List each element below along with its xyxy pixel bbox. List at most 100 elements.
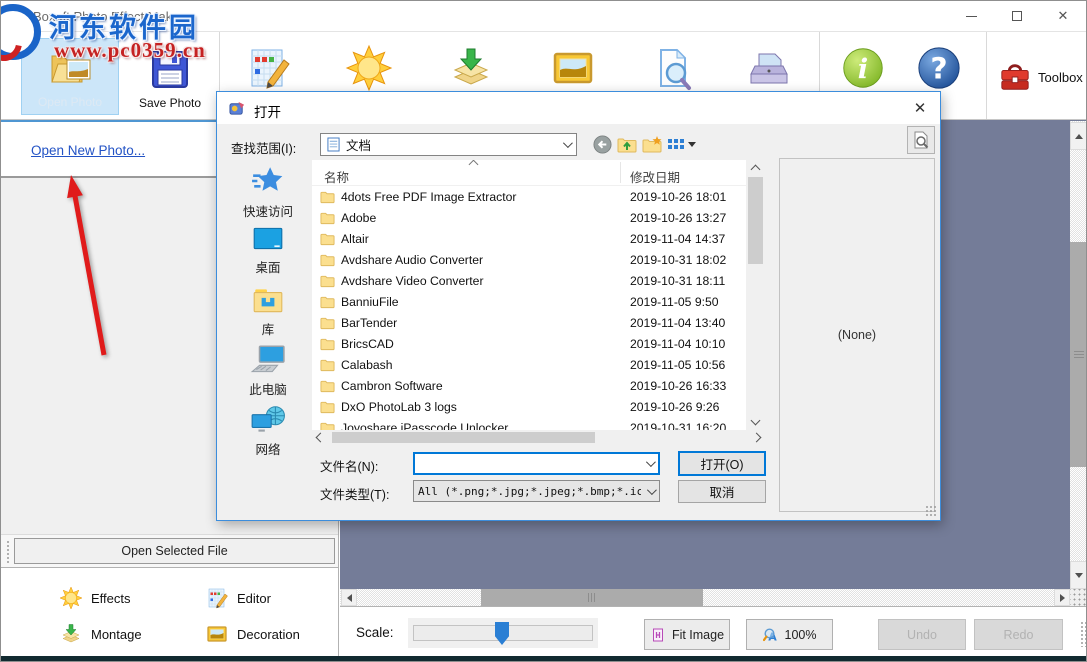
file-type-combobox[interactable]: All (*.png;*.jpg;*.jpeg;*.bmp;*.ico;* [413, 480, 660, 502]
zoom-100-icon [763, 627, 779, 643]
back-button[interactable] [591, 134, 613, 155]
minimize-button[interactable] [948, 1, 994, 31]
page-magnifier-icon [912, 131, 930, 149]
file-type-value: All (*.png;*.jpg;*.jpeg;*.bmp;*.ico;* [414, 485, 641, 498]
horizontal-scroll-thumb[interactable] [481, 589, 703, 606]
undo-button[interactable]: Undo [878, 619, 966, 650]
print-button[interactable] [745, 44, 793, 92]
scroll-down-icon[interactable] [751, 416, 761, 426]
file-list-rows: 4dots Free PDF Image Extractor 2019-10-26… [312, 187, 746, 430]
file-row[interactable]: 4dots Free PDF Image Extractor 2019-10-26… [312, 187, 746, 208]
open-photo-icon [47, 44, 95, 92]
look-in-value: 文档 [346, 135, 557, 154]
chevron-down-icon[interactable] [641, 481, 659, 501]
file-row[interactable]: Cambron Software2019-10-26 16:33 [312, 376, 746, 397]
file-name-input[interactable] [413, 452, 660, 475]
file-row[interactable]: Calabash2019-11-05 10:56 [312, 355, 746, 376]
view-menu-button[interactable] [665, 134, 697, 155]
file-row[interactable]: Adobe2019-10-26 13:27 [312, 208, 746, 229]
list-vertical-scrollbar[interactable] [746, 160, 765, 430]
column-header-date[interactable]: 修改日期 [630, 167, 680, 186]
dialog-open-button[interactable]: 打开(O) [678, 451, 766, 476]
dialog-close-button[interactable]: ✕ [905, 96, 935, 120]
toolbox-button[interactable]: Toolbox [999, 56, 1085, 98]
dialog-cancel-button[interactable]: 取消 [678, 480, 766, 503]
fit-image-button[interactable]: Fit Image [644, 619, 730, 650]
place-quick-access[interactable]: 快速访问 [227, 164, 309, 220]
file-row[interactable]: Altair2019-11-04 14:37 [312, 229, 746, 250]
shortcut-effects[interactable]: Effects [59, 586, 131, 610]
effects-button[interactable] [345, 44, 393, 92]
scroll-left-button[interactable] [341, 589, 357, 606]
look-in-combobox[interactable]: 文档 [320, 133, 577, 156]
folder-icon [320, 190, 335, 204]
open-file-dialog: 打开 ✕ 查找范围(I): 文档 快速访问 桌面 库 此电脑 [216, 91, 941, 521]
file-row[interactable]: BanniuFile2019-11-05 9:50 [312, 292, 746, 313]
toolbar-divider [986, 32, 987, 119]
place-libraries[interactable]: 库 [227, 284, 309, 338]
folder-icon [320, 211, 335, 225]
file-row[interactable]: BarTender2019-11-04 13:40 [312, 313, 746, 334]
vertical-scroll-thumb[interactable] [1070, 242, 1087, 467]
place-network[interactable]: 网络 [227, 404, 309, 458]
show-preview-button[interactable] [907, 126, 935, 154]
column-header-name[interactable]: 名称 [324, 167, 349, 186]
help-button[interactable] [916, 45, 962, 91]
place-this-pc[interactable]: 此电脑 [227, 344, 309, 398]
open-selected-file-button[interactable]: Open Selected File [14, 538, 335, 564]
chevron-down-icon[interactable] [640, 454, 658, 473]
list-hscroll-thumb[interactable] [332, 432, 595, 443]
shortcut-montage[interactable]: Montage [59, 622, 142, 646]
scroll-right-icon[interactable] [752, 433, 762, 443]
redo-button[interactable]: Redo [974, 619, 1063, 650]
decoration-button[interactable] [549, 44, 597, 92]
scroll-up-button[interactable] [1070, 122, 1087, 150]
scroll-down-button[interactable] [1070, 561, 1087, 589]
file-row[interactable]: DxO PhotoLab 3 logs2019-10-26 9:26 [312, 397, 746, 418]
file-row[interactable]: Joyoshare iPasscode Unlocker2019-10-31 1… [312, 418, 746, 430]
file-row[interactable]: BricsCAD2019-11-04 10:10 [312, 334, 746, 355]
resize-corner[interactable] [1070, 589, 1087, 606]
scroll-right-button[interactable] [1054, 589, 1070, 606]
file-date: 2019-11-05 10:56 [630, 358, 725, 372]
canvas-horizontal-scrollbar[interactable] [340, 589, 1070, 606]
up-one-level-button[interactable] [616, 134, 638, 155]
scale-slider[interactable] [408, 618, 598, 648]
file-row[interactable]: Avdshare Audio Converter2019-10-31 18:02 [312, 250, 746, 271]
list-horizontal-scrollbar[interactable] [312, 430, 765, 445]
dialog-resize-grip[interactable] [925, 505, 938, 518]
canvas-vertical-scrollbar[interactable] [1070, 121, 1087, 589]
open-photo-label: Open Photo [22, 95, 118, 109]
open-photo-button[interactable]: Open Photo [21, 38, 119, 115]
save-photo-button[interactable]: Save Photo [121, 38, 219, 115]
preview-button[interactable] [649, 44, 697, 92]
file-name: DxO PhotoLab 3 logs [341, 400, 457, 414]
file-name: 4dots Free PDF Image Extractor [341, 190, 516, 204]
zoom-100-button[interactable]: 100% [746, 619, 833, 650]
window-bottom-edge [1, 656, 1086, 661]
window-title: Boxoft Photo Effect Maker [33, 9, 184, 24]
editor-button[interactable] [244, 44, 292, 92]
info-button[interactable] [841, 46, 885, 90]
file-date: 2019-10-26 18:01 [630, 190, 726, 204]
quick-access-icon [251, 164, 285, 198]
fit-image-icon [650, 627, 666, 643]
place-label: 快速访问 [227, 201, 309, 220]
shortcut-decoration[interactable]: Decoration [205, 622, 300, 646]
new-folder-button[interactable] [641, 134, 663, 155]
slider-thumb[interactable] [495, 622, 509, 645]
file-row[interactable]: Avdshare Video Converter2019-10-31 18:11 [312, 271, 746, 292]
place-desktop[interactable]: 桌面 [227, 224, 309, 276]
bottom-bar: Scale: Fit Image 100% Undo Redo [340, 606, 1087, 658]
resize-grip [1080, 621, 1086, 647]
open-new-photo-link[interactable]: Open New Photo... [31, 143, 145, 158]
drag-handle[interactable] [6, 540, 11, 563]
place-label: 桌面 [227, 257, 309, 276]
shortcut-editor[interactable]: Editor [205, 586, 271, 610]
close-button[interactable]: ✕ [1040, 1, 1086, 31]
scroll-up-icon[interactable] [751, 165, 761, 175]
maximize-button[interactable] [994, 1, 1040, 31]
montage-button[interactable] [447, 44, 495, 92]
list-scroll-thumb[interactable] [748, 177, 763, 264]
scroll-left-icon[interactable] [316, 433, 326, 443]
